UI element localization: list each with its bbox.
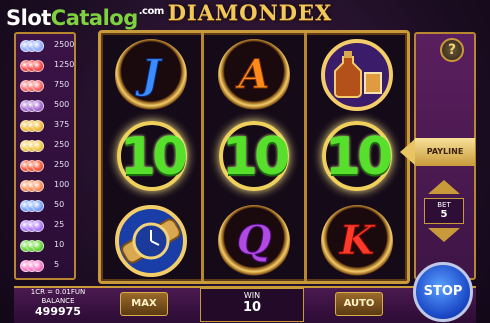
- paytable-row: 250: [18, 138, 76, 156]
- paytable-row: 250: [18, 158, 76, 176]
- paytable-value: 2500: [54, 40, 75, 49]
- symbol-q: Q: [218, 205, 290, 277]
- gem-icon: [20, 40, 46, 54]
- gem-icon: [20, 80, 46, 94]
- symbol-a: A: [218, 39, 290, 111]
- symbol-ten: 10: [312, 117, 402, 197]
- gem-icon: [20, 140, 46, 154]
- paytable-row: 2500: [18, 38, 76, 56]
- balance-display: 1CR = 0.01FUN BALANCE 499975: [22, 288, 94, 322]
- bet-value: 5: [440, 209, 448, 220]
- paytable-value: 1250: [54, 60, 75, 69]
- gem-icon: [20, 100, 46, 114]
- bet-increase-button[interactable]: [426, 178, 462, 196]
- paytable-value: 250: [54, 160, 70, 169]
- win-display: WIN 10: [200, 288, 304, 322]
- paytable-value: 50: [54, 200, 65, 209]
- bet-display: BET 5: [424, 198, 464, 224]
- symbol-letter: A: [238, 51, 270, 99]
- arrow-left-icon: [400, 138, 416, 166]
- paytable-row: 25: [18, 218, 76, 236]
- paytable-row: 50: [18, 198, 76, 216]
- payline-indicator: PAYLINE: [400, 138, 476, 166]
- symbol-ten: 10: [209, 117, 299, 197]
- gem-icon: [20, 180, 46, 194]
- paytable-value: 25: [54, 220, 65, 229]
- paytable-value: 250: [54, 140, 70, 149]
- symbol-cognac: [321, 39, 393, 111]
- paytable-row: 10: [18, 238, 76, 256]
- symbol-j: J: [115, 39, 187, 111]
- paytable-value: 100: [54, 180, 70, 189]
- watch-icon: [115, 205, 187, 277]
- paytable: 2500 1250 750 500 375 250 250 100 50 25 10 5: [14, 32, 76, 280]
- gem-icon: [20, 60, 46, 74]
- symbol-ten-label: 10: [119, 127, 188, 187]
- gem-icon: [20, 260, 46, 274]
- balance-value: 499975: [35, 305, 81, 318]
- paytable-value: 500: [54, 100, 70, 109]
- symbol-ten-label: 10: [221, 127, 290, 187]
- win-value: 10: [242, 300, 262, 315]
- game-title: DIAMONDEX: [167, 0, 333, 25]
- paytable-row: 5: [18, 258, 76, 276]
- game-screen: SlotCatalog.com DIAMONDEX 2500 1250 750 500…: [0, 0, 490, 323]
- symbol-letter: K: [339, 217, 375, 265]
- bet-decrease-button[interactable]: [426, 226, 462, 244]
- gem-icon: [20, 120, 46, 134]
- gem-icon: [20, 240, 46, 254]
- reel-separator: [304, 33, 307, 281]
- symbol-k: K: [321, 205, 393, 277]
- gem-icon: [20, 160, 46, 174]
- paytable-row: 100: [18, 178, 76, 196]
- autoplay-button[interactable]: AUTO: [335, 292, 383, 316]
- cognac-bottle-icon: [321, 39, 393, 111]
- gem-icon: [20, 220, 46, 234]
- paytable-value: 375: [54, 120, 70, 129]
- symbol-letter: Q: [236, 217, 272, 265]
- credit-rate: 1CR = 0.01FUN: [30, 288, 86, 296]
- help-button[interactable]: ?: [440, 38, 464, 62]
- bet-label: BET: [437, 201, 451, 209]
- max-bet-button[interactable]: MAX: [120, 292, 168, 316]
- payline-label: PAYLINE: [415, 138, 475, 166]
- symbol-ten-label: 10: [324, 127, 393, 187]
- gem-icon: [20, 200, 46, 214]
- paytable-value: 10: [54, 240, 65, 249]
- symbol-letter: J: [141, 51, 161, 99]
- balance-label: BALANCE: [41, 297, 75, 305]
- symbol-watch: [115, 205, 187, 277]
- reel-separator: [201, 33, 204, 281]
- paytable-value: 750: [54, 80, 70, 89]
- paytable-value: 5: [54, 260, 60, 269]
- win-label: WIN: [243, 291, 261, 300]
- paytable-row: 1250: [18, 58, 76, 76]
- symbol-ten: 10: [107, 117, 197, 197]
- paytable-row: 750: [18, 78, 76, 96]
- paytable-row: 500: [18, 98, 76, 116]
- stop-button[interactable]: STOP: [413, 262, 473, 322]
- paytable-row: 375: [18, 118, 76, 136]
- reel-area: J 10 A 10 Q 10 K: [98, 30, 410, 284]
